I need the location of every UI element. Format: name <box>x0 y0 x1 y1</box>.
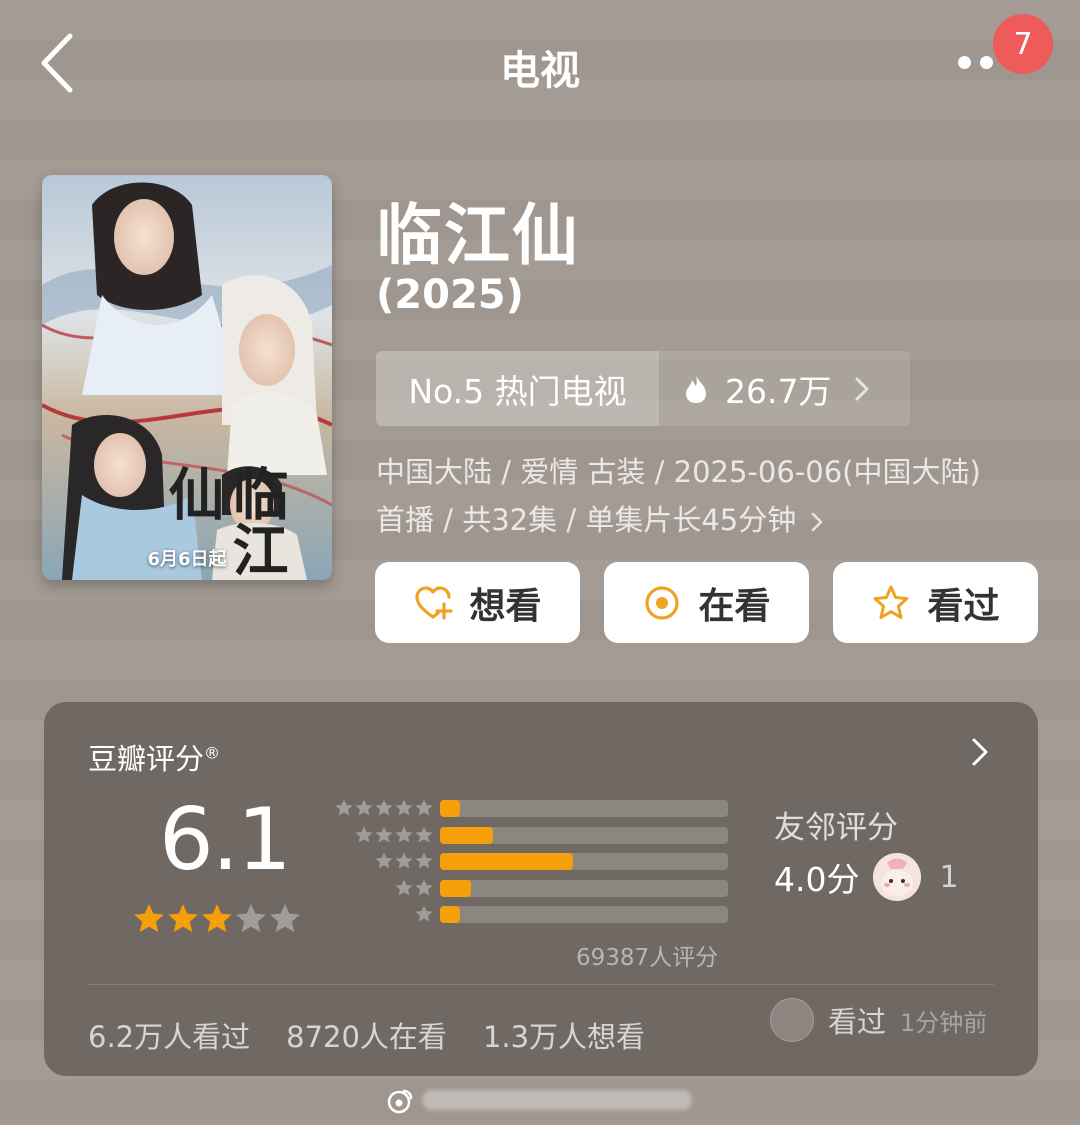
rating-card[interactable]: 豆瓣评分® 6.1 69387人评分 友邻评分 4.0分 1 6.2万人看过 8… <box>44 702 1038 1076</box>
watched-label: 看过 <box>927 585 1000 627</box>
distribution-row-2-star <box>324 878 734 898</box>
star-small-icon <box>335 799 353 816</box>
star-small-icon <box>375 852 393 869</box>
distribution-track <box>440 800 728 817</box>
more-dots-icon <box>958 56 971 69</box>
distribution-bar <box>440 879 472 897</box>
star-outline-icon <box>873 585 909 619</box>
star-small-icon <box>395 826 413 842</box>
poster-image[interactable]: 临江仙 6月6日起 <box>42 175 332 580</box>
chevron-right-icon <box>811 512 823 532</box>
star-small-icon <box>375 799 393 816</box>
watching-button[interactable]: 在看 <box>604 562 809 643</box>
stat-watching[interactable]: 8720人在看 <box>286 1014 447 1056</box>
distribution-row-4-star <box>324 825 734 845</box>
meta-line-2: 首播 / 共32集 / 单集片长45分钟 <box>376 503 797 537</box>
rating-card-title: 豆瓣评分® <box>88 736 220 778</box>
recent-action: 看过 <box>828 1005 887 1039</box>
heat-button[interactable]: 26.7万 <box>659 351 910 426</box>
watching-label: 在看 <box>698 585 771 627</box>
distribution-stars <box>354 825 434 845</box>
heat-value: 26.7万 <box>725 371 832 411</box>
watch-stats: 6.2万人看过 8720人在看 1.3万人想看 <box>88 1014 681 1056</box>
distribution-row-1-star <box>324 904 734 924</box>
watermark <box>386 1086 696 1114</box>
movie-meta[interactable]: 中国大陆 / 爱情 古装 / 2025-06-06(中国大陆) 首播 / 共32… <box>376 448 1056 544</box>
distribution-stars <box>374 851 434 871</box>
rating-votes: 69387人评分 <box>576 945 719 971</box>
friends-rating-row: 4.0分 1 <box>774 853 959 901</box>
target-circle-icon <box>645 585 680 620</box>
star-small-icon <box>415 905 433 922</box>
chevron-right-icon[interactable] <box>970 736 990 768</box>
star-small-icon <box>355 826 373 842</box>
notification-badge[interactable]: 7 <box>993 14 1053 74</box>
avatar <box>873 853 922 901</box>
chevron-right-icon <box>855 377 869 400</box>
watched-button[interactable]: 看过 <box>833 562 1038 643</box>
star-filled-icon <box>134 904 164 932</box>
movie-title: 临江仙 <box>376 197 580 274</box>
star-filled-icon <box>202 904 232 932</box>
star-small-icon <box>415 879 433 895</box>
distribution-stars <box>334 798 434 818</box>
registered-mark-icon: ® <box>204 743 221 763</box>
star-small-icon <box>375 826 393 842</box>
blurred-username <box>422 1090 692 1110</box>
distribution-stars <box>394 878 434 898</box>
meta-line-1: 中国大陆 / 爱情 古装 / 2025-06-06(中国大陆) <box>376 455 981 489</box>
distribution-stars <box>414 904 434 924</box>
rating-stars <box>132 902 302 936</box>
rating-score: 6.1 <box>159 790 292 890</box>
rating-title-text: 豆瓣评分 <box>88 742 205 776</box>
meta-line-2-row: 首播 / 共32集 / 单集片长45分钟 <box>376 496 1056 544</box>
stat-want[interactable]: 1.3万人想看 <box>483 1014 645 1056</box>
star-small-icon <box>415 852 433 869</box>
heart-plus-icon <box>415 585 454 620</box>
distribution-bar <box>440 826 494 844</box>
weibo-logo-icon <box>387 1089 413 1114</box>
more-dots-icon <box>980 56 993 69</box>
friends-rating[interactable]: 友邻评分 4.0分 1 <box>774 802 959 901</box>
star-small-icon <box>395 852 413 869</box>
star-empty-icon <box>236 904 266 932</box>
stat-watched[interactable]: 6.2万人看过 <box>88 1014 250 1056</box>
friends-count: 1 <box>939 859 959 895</box>
distribution-track <box>440 853 728 870</box>
want-to-watch-button[interactable]: 想看 <box>375 562 580 643</box>
movie-year: (2025) <box>376 272 524 318</box>
distribution-bar <box>440 800 460 817</box>
top-bar: 电视 7 <box>0 0 1080 130</box>
avatar-face-icon <box>873 853 922 901</box>
page-title: 电视 <box>500 48 580 94</box>
mark-actions: 想看 在看 看过 <box>375 562 1038 643</box>
friends-rating-title: 友邻评分 <box>774 810 898 846</box>
star-filled-icon <box>168 904 198 932</box>
distribution-row-3-star <box>324 851 734 871</box>
ranking-pill: No.5 热门电视 26.7万 <box>376 351 910 426</box>
distribution-track <box>440 879 728 897</box>
recent-activity[interactable]: 看过 1分钟前 <box>770 998 987 1042</box>
friends-score: 4.0分 <box>774 860 860 899</box>
distribution-track <box>440 906 728 923</box>
star-small-icon <box>355 799 373 816</box>
distribution-track <box>440 826 728 844</box>
distribution-row-5-star <box>324 798 734 818</box>
fire-icon <box>686 374 706 403</box>
star-small-icon <box>415 826 433 842</box>
divider <box>88 984 994 985</box>
avatar <box>770 998 814 1042</box>
star-small-icon <box>395 879 413 895</box>
distribution-bar <box>440 906 460 923</box>
star-empty-icon <box>270 904 300 932</box>
recent-time: 1分钟前 <box>900 1008 988 1037</box>
want-label: 想看 <box>469 585 542 627</box>
star-small-icon <box>395 799 413 816</box>
distribution-bar <box>440 853 574 870</box>
rank-label-button[interactable]: No.5 热门电视 <box>376 351 659 426</box>
poster-date-text: 6月6日起 <box>147 549 227 570</box>
star-small-icon <box>415 799 433 816</box>
